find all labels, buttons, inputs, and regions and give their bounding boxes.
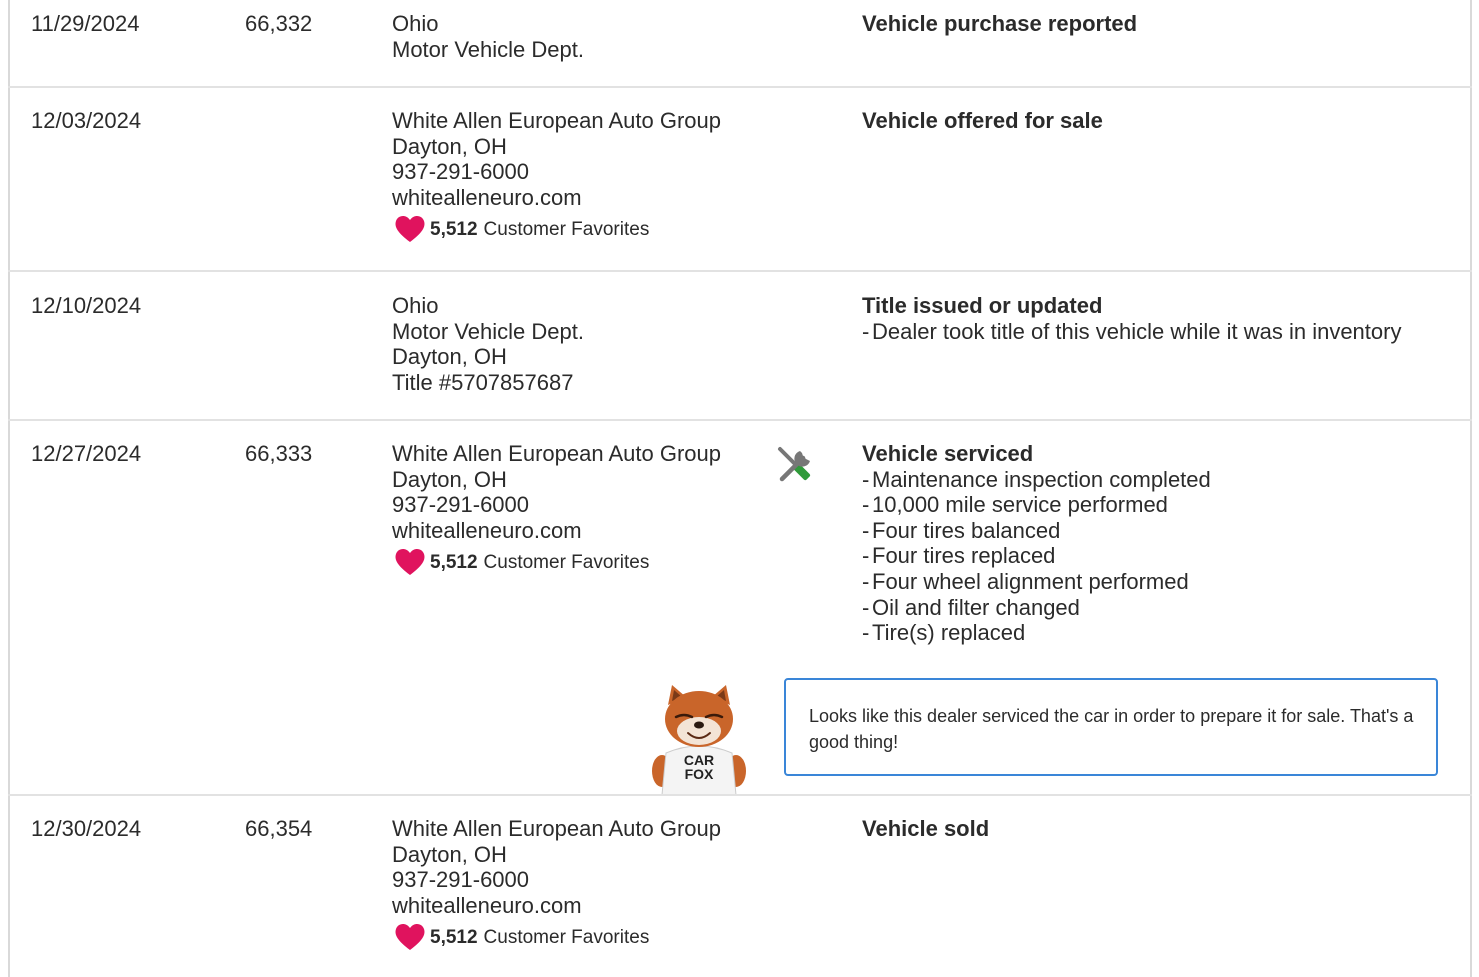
source-line: Motor Vehicle Dept. (392, 318, 584, 344)
customer-favorites: 5,512 Customer Favorites (392, 547, 721, 577)
source-line: Ohio (392, 293, 439, 318)
record-source: White Allen European Auto Group Dayton, … (392, 816, 721, 952)
event-detail: - Four tires replaced (862, 543, 1056, 569)
source-dealer-name: White Allen European Auto Group (392, 108, 721, 133)
wrench-screwdriver-icon (778, 447, 811, 482)
record-date: 12/10/2024 (31, 293, 142, 318)
history-row: 12/30/2024 66,354 White Allen European A… (8, 796, 1472, 977)
event-title: Vehicle serviced (862, 441, 1034, 466)
record-event: Vehicle purchase reported (862, 11, 1137, 37)
event-detail-text: Tire(s) replaced (872, 620, 1026, 646)
source-location: Dayton, OH (392, 841, 507, 867)
event-detail: -10,000 mile service performed (862, 492, 1168, 518)
event-detail: - Four wheel alignment performed (862, 568, 1189, 594)
favorites-label: Customer Favorites (483, 218, 650, 240)
event-title: Vehicle offered for sale (862, 108, 1103, 133)
record-odometer: 66,332 (245, 11, 313, 36)
event-detail-text: Oil and filter changed (872, 594, 1080, 620)
record-date: 12/30/2024 (31, 816, 142, 841)
event-title: Title issued or updated (862, 293, 1103, 318)
source-line: Motor Vehicle Dept. (392, 36, 584, 62)
source-phone[interactable]: 937-291-6000 (392, 867, 721, 893)
record-source: Ohio Motor Vehicle Dept. (392, 11, 584, 62)
record-event: Title issued or updated - Dealer took tit… (862, 293, 1401, 344)
event-detail-text: Maintenance inspection completed (872, 466, 1211, 492)
source-dealer-name: White Allen European Auto Group (392, 441, 721, 466)
record-event: Vehicle serviced - Maintenance inspection… (862, 441, 1211, 646)
record-odometer: 66,333 (245, 441, 313, 466)
source-location: Dayton, OH (392, 344, 507, 370)
record-event: Vehicle sold (862, 816, 989, 842)
history-row: 12/10/2024 Ohio Motor Vehicle Dept. Dayt… (8, 272, 1472, 420)
dealer-service-tip: Looks like this dealer serviced the car … (784, 678, 1438, 776)
event-detail: - Dealer took title of this vehicle while… (862, 318, 1402, 344)
source-line: Ohio (392, 11, 439, 36)
customer-favorites: 5,512 Customer Favorites (392, 922, 721, 952)
history-row: 11/29/2024 66,332 Ohio Motor Vehicle Dep… (8, 0, 1472, 87)
record-source: White Allen European Auto Group Dayton, … (392, 108, 721, 244)
record-date: 11/29/2024 (31, 11, 140, 36)
event-detail-text: Four tires replaced (872, 543, 1056, 569)
event-detail-text: Four wheel alignment performed (872, 568, 1189, 594)
history-row: 12/27/2024 66,333 White Allen European A… (8, 421, 1472, 795)
source-website-link[interactable]: whitealleneuro.com (392, 893, 721, 919)
favorites-count: 5,512 (430, 926, 478, 948)
event-detail-text: Dealer took title of this vehicle while … (872, 318, 1402, 344)
event-detail: - Maintenance inspection completed (862, 466, 1211, 492)
record-source: Ohio Motor Vehicle Dept. Dayton, OH Titl… (392, 293, 584, 395)
source-location: Dayton, OH (392, 466, 507, 492)
heart-icon (395, 924, 425, 951)
carfox-mascot-icon: CAR FOX (652, 685, 746, 795)
record-date: 12/27/2024 (31, 441, 142, 466)
source-phone[interactable]: 937-291-6000 (392, 159, 721, 185)
svg-text:FOX: FOX (685, 766, 714, 782)
event-detail: - Oil and filter changed (862, 594, 1080, 620)
source-dealer-name: White Allen European Auto Group (392, 816, 721, 841)
record-event: Vehicle offered for sale (862, 108, 1103, 134)
source-location: Dayton, OH (392, 133, 507, 159)
event-detail-text: 10,000 mile service performed (872, 492, 1168, 518)
source-phone[interactable]: 937-291-6000 (392, 492, 721, 518)
heart-icon (395, 216, 425, 243)
favorites-count: 5,512 (430, 218, 478, 240)
source-title-number: Title #5707857687 (392, 369, 574, 395)
event-detail: - Four tires balanced (862, 517, 1061, 543)
record-source: White Allen European Auto Group Dayton, … (392, 441, 721, 577)
event-title: Vehicle purchase reported (862, 11, 1138, 36)
favorites-label: Customer Favorites (483, 551, 650, 573)
favorites-count: 5,512 (430, 551, 478, 573)
source-website-link[interactable]: whitealleneuro.com (392, 185, 721, 211)
favorites-label: Customer Favorites (483, 926, 650, 948)
record-odometer: 66,354 (245, 816, 313, 841)
record-date: 12/03/2024 (31, 108, 142, 133)
event-detail-text: Four tires balanced (872, 517, 1061, 543)
customer-favorites: 5,512 Customer Favorites (392, 214, 721, 244)
history-row: 12/03/2024 White Allen European Auto Gro… (8, 88, 1472, 271)
source-website-link[interactable]: whitealleneuro.com (392, 518, 721, 544)
event-title: Vehicle sold (862, 816, 990, 841)
heart-icon (395, 549, 425, 576)
event-detail: - Tire(s) replaced (862, 620, 1026, 646)
